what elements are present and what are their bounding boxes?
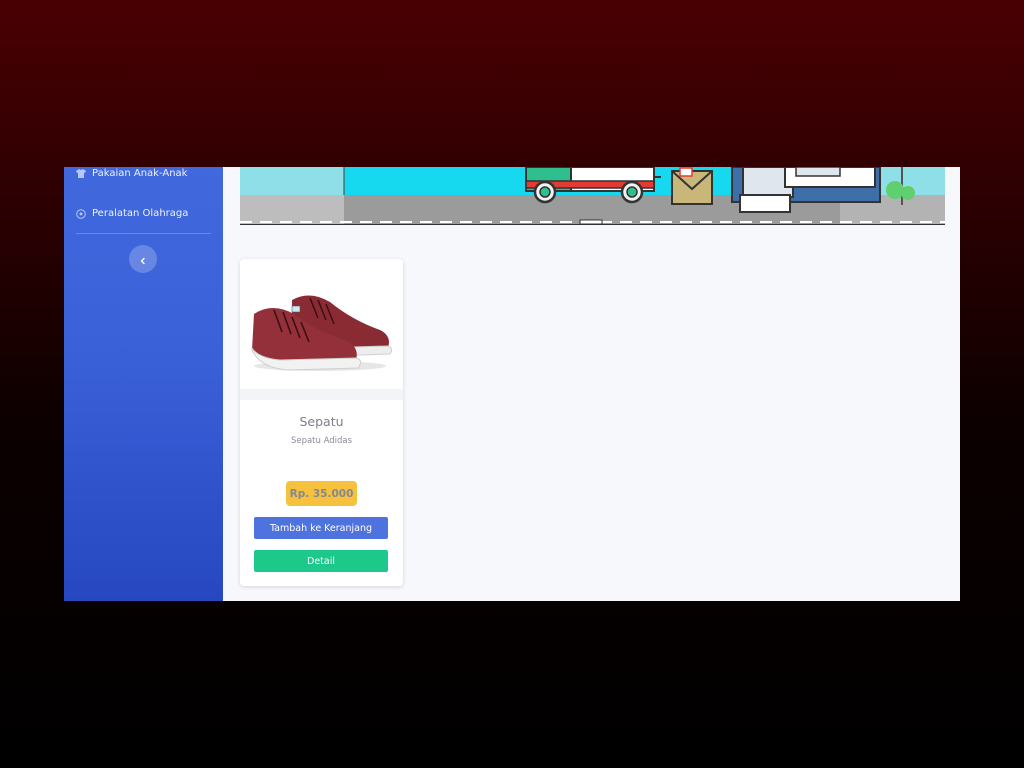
sidebar-toggle-button[interactable] <box>129 245 157 273</box>
sidebar-item-pakaian-anak[interactable]: Pakaian Anak-Anak <box>76 168 187 179</box>
sidebar-item-peralatan-olahraga[interactable]: Peralatan Olahraga <box>76 208 188 219</box>
soccer-ball-icon <box>76 208 86 219</box>
sidebar: Pakaian Anak-Anak Peralatan Olahraga <box>64 167 223 601</box>
product-image <box>240 270 403 390</box>
delivery-van-street-illustration <box>240 167 945 224</box>
product-description: Sepatu Adidas <box>290 436 353 446</box>
shirt-icon <box>76 169 86 179</box>
price-badge: Rp. 35.000 <box>286 481 357 506</box>
detail-button[interactable]: Detail <box>254 550 388 572</box>
sidebar-item-label: Peralatan Olahraga <box>92 208 189 219</box>
promo-banner <box>240 167 945 225</box>
sidebar-item-label: Pakaian Anak-Anak <box>92 168 188 179</box>
app-window: Pakaian Anak-Anak Peralatan Olahraga Sep… <box>64 167 960 601</box>
product-card: Sepatu Sepatu Adidas Rp. 35.000 Tambah k… <box>240 259 403 586</box>
image-divider <box>240 389 403 400</box>
add-to-cart-button[interactable]: Tambah ke Keranjang <box>254 517 388 539</box>
chevron-left-icon <box>139 250 147 269</box>
sidebar-divider <box>76 233 211 234</box>
product-name: Sepatu <box>299 414 344 429</box>
